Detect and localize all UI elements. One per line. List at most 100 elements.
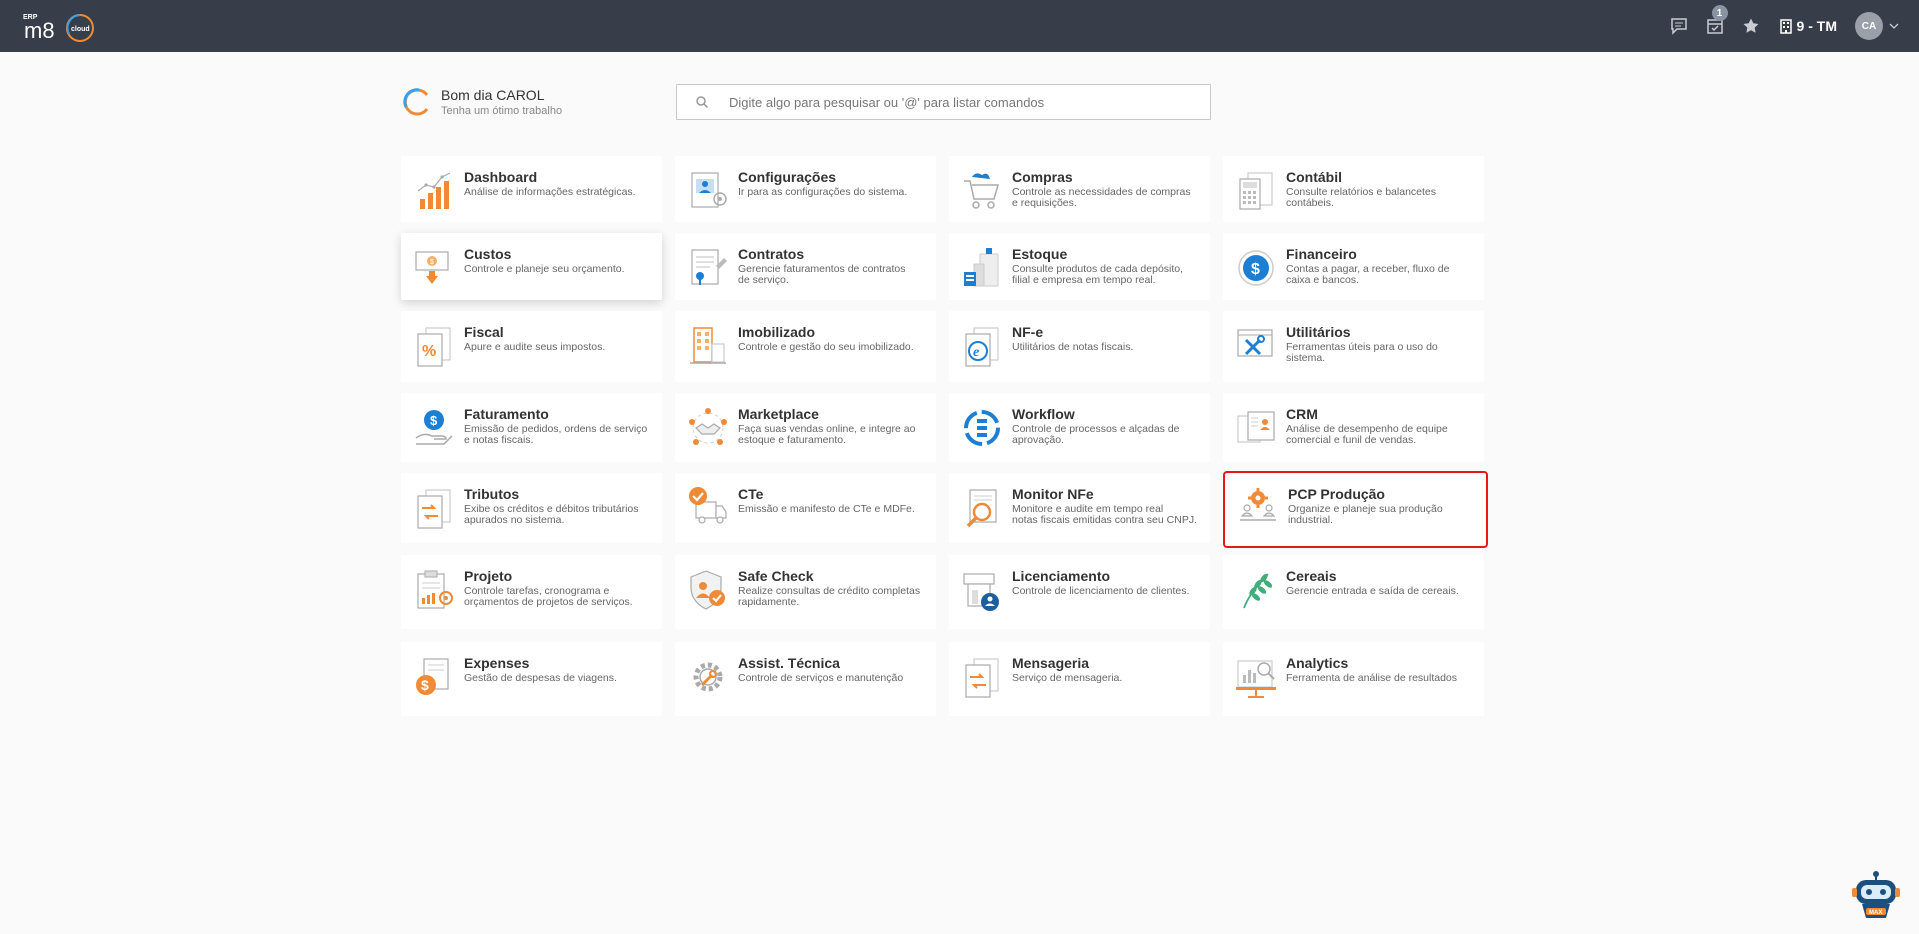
workflow-icon bbox=[964, 410, 1000, 446]
expense-coin-icon: $ bbox=[416, 658, 449, 695]
module-card-crm[interactable]: CRM Análise de desempenho de equipe comer… bbox=[1223, 393, 1484, 462]
star-icon[interactable] bbox=[1740, 15, 1762, 37]
module-card-nfe[interactable]: e NF-e Utilitários de notas fiscais. bbox=[949, 311, 1210, 382]
module-card-dashboard[interactable]: Dashboard Análise de informações estraté… bbox=[401, 156, 662, 222]
module-description: Controle as necessidades de compras e req… bbox=[1012, 186, 1191, 209]
svg-text:$: $ bbox=[1251, 261, 1260, 278]
module-card-estoque[interactable]: Estoque Consulte produtos de cada depósi… bbox=[949, 233, 1210, 300]
assistant-label: MAX bbox=[1869, 910, 1882, 916]
module-description: Ferramentas úteis para o uso do sistema. bbox=[1286, 341, 1438, 364]
module-card-faturamento[interactable]: $ Faturamento Emissão de pedidos, ordens… bbox=[401, 393, 662, 462]
avatar[interactable]: CA bbox=[1855, 12, 1883, 40]
module-card-monitor-nfe[interactable]: Monitor NFe Monitore e audite em tempo r… bbox=[949, 473, 1210, 543]
module-title: CRM bbox=[1286, 406, 1318, 422]
module-title: Fiscal bbox=[464, 324, 504, 340]
shopping-cart-icon bbox=[964, 173, 999, 209]
chat-icon[interactable] bbox=[1668, 15, 1690, 37]
module-title: Monitor NFe bbox=[1012, 486, 1094, 502]
company-name: 9 - TM bbox=[1796, 18, 1837, 34]
module-title: Compras bbox=[1012, 169, 1073, 185]
chevron-down-icon[interactable] bbox=[1887, 19, 1901, 33]
magnifier-doc-icon bbox=[966, 489, 997, 528]
money-arrow-icon: $ bbox=[415, 251, 449, 284]
module-card-custos[interactable]: $ Custos Controle e planeje seu orçament… bbox=[401, 233, 662, 300]
message-exchange-icon bbox=[965, 658, 999, 698]
wrench-gear-icon bbox=[693, 662, 723, 692]
calendar-check-icon[interactable]: 1 bbox=[1704, 5, 1728, 37]
robot-icon[interactable]: MAX bbox=[1848, 866, 1904, 922]
erp-m8-cloud-logo[interactable]: ERP m8 cloud bbox=[22, 10, 104, 44]
module-title: Marketplace bbox=[738, 406, 819, 422]
module-card-contabil[interactable]: Contábil Consulte relatórios e balancete… bbox=[1223, 156, 1484, 222]
module-card-licenciamento[interactable]: Licenciamento Controle de licenciamento … bbox=[949, 555, 1210, 629]
module-card-mensageria[interactable]: Mensageria Serviço de mensageria. bbox=[949, 642, 1210, 716]
greeting: Bom dia CAROL Tenha um ótimo trabalho bbox=[401, 84, 562, 120]
module-description: Faça suas vendas online, e integre ao est… bbox=[738, 423, 916, 446]
module-description: Controle de processos e alçadas de aprova… bbox=[1012, 423, 1180, 446]
command-search bbox=[676, 84, 1211, 120]
module-description: Contas a pagar, a receber, fluxo de caixa… bbox=[1286, 263, 1450, 286]
module-title: Safe Check bbox=[738, 568, 814, 584]
svg-text:e: e bbox=[973, 345, 979, 360]
module-card-cereais[interactable]: Cereais Gerencie entrada e saída de cere… bbox=[1223, 555, 1484, 629]
bar-chart-icon bbox=[417, 172, 451, 209]
module-description: Serviço de mensageria. bbox=[1012, 672, 1123, 684]
module-title: Utilitários bbox=[1286, 324, 1351, 340]
module-title: Workflow bbox=[1012, 406, 1075, 422]
module-description: Controle de licenciamento de clientes. bbox=[1012, 585, 1190, 597]
module-description: Monitore e audite em tempo real notas fis… bbox=[1012, 503, 1197, 526]
module-card-assist-tecnica[interactable]: Assist. Técnica Controle de serviços e m… bbox=[675, 642, 936, 716]
company-selector[interactable]: 9 - TM bbox=[1779, 18, 1837, 34]
shield-check-icon bbox=[690, 570, 725, 610]
search-icon bbox=[696, 96, 709, 109]
dollar-coin-icon: $ bbox=[1238, 250, 1274, 286]
module-card-expenses[interactable]: $ Expenses Gestão de despesas de viagens… bbox=[401, 642, 662, 716]
module-card-safe-check[interactable]: Safe Check Realize consultas de crédito … bbox=[675, 555, 936, 629]
license-icon bbox=[963, 573, 999, 611]
module-card-marketplace[interactable]: Marketplace Faça suas vendas online, e i… bbox=[675, 393, 936, 462]
svg-text:$: $ bbox=[430, 413, 438, 428]
module-description: Exibe os créditos e débitos tributários a… bbox=[464, 503, 639, 526]
module-card-utilitarios[interactable]: Utilitários Ferramentas úteis para o uso… bbox=[1223, 311, 1484, 382]
m8-symbol-icon bbox=[403, 88, 429, 116]
module-card-pcp-producao[interactable]: PCP Produção Organize e planeje sua prod… bbox=[1223, 471, 1488, 548]
module-title: Imobilizado bbox=[738, 324, 815, 340]
greeting-subtitle: Tenha um ótimo trabalho bbox=[441, 104, 563, 117]
top-bar: ERP m8 cloud 1 9 - TM CA bbox=[0, 0, 1919, 52]
module-card-compras[interactable]: Compras Controle as necessidades de comp… bbox=[949, 156, 1210, 222]
module-card-cte[interactable]: CTe Emissão e manifesto de CTe e MDFe. bbox=[675, 473, 936, 543]
module-description: Análise de desempenho de equipe comercial… bbox=[1286, 423, 1448, 446]
module-card-financeiro[interactable]: $ Financeiro Contas a pagar, a receber, … bbox=[1223, 233, 1484, 300]
module-description: Controle e planeje seu orçamento. bbox=[464, 263, 625, 275]
module-title: Custos bbox=[464, 246, 512, 262]
invoice-e-icon: e bbox=[965, 327, 999, 367]
module-card-imobilizado[interactable]: Imobilizado Controle e gestão do seu imo… bbox=[675, 311, 936, 382]
module-title: Analytics bbox=[1286, 655, 1349, 671]
module-description: Análise de informações estratégicas. bbox=[464, 186, 636, 198]
module-card-fiscal[interactable]: % Fiscal Apure e audite seus impostos. bbox=[401, 311, 662, 382]
wheat-icon bbox=[1243, 573, 1273, 609]
module-card-workflow[interactable]: Workflow Controle de processos e alçadas… bbox=[949, 393, 1210, 462]
module-card-projeto[interactable]: Projeto Controle tarefas, cronograma e or… bbox=[401, 555, 662, 629]
svg-text:%: % bbox=[422, 343, 436, 360]
module-card-analytics[interactable]: Analytics Ferramenta de análise de resul… bbox=[1223, 642, 1484, 716]
module-card-contratos[interactable]: Contratos Gerencie faturamentos de contr… bbox=[675, 233, 936, 300]
module-title: NF-e bbox=[1012, 324, 1044, 340]
settings-doc-icon bbox=[691, 172, 727, 208]
module-card-configuracoes[interactable]: Configurações Ir para as configurações d… bbox=[675, 156, 936, 222]
svg-text:m8: m8 bbox=[24, 18, 55, 43]
module-title: PCP Produção bbox=[1288, 486, 1385, 502]
clipboard-chart-icon bbox=[417, 570, 453, 609]
module-description: Controle de serviços e manutenção bbox=[738, 672, 904, 684]
module-title: Licenciamento bbox=[1012, 568, 1111, 584]
search-input[interactable] bbox=[727, 87, 1210, 117]
warehouse-icon bbox=[964, 248, 999, 287]
module-description: Ir para as configurações do sistema. bbox=[738, 186, 908, 198]
module-card-tributos[interactable]: Tributos Exibe os créditos e débitos tri… bbox=[401, 473, 662, 543]
handshake-icon bbox=[689, 408, 727, 445]
topbar-actions: 1 9 - TM CA bbox=[1654, 0, 1901, 52]
module-title: Cereais bbox=[1286, 568, 1337, 584]
svg-text:$: $ bbox=[430, 259, 434, 266]
module-title: Expenses bbox=[464, 655, 530, 671]
module-title: Financeiro bbox=[1286, 246, 1357, 262]
